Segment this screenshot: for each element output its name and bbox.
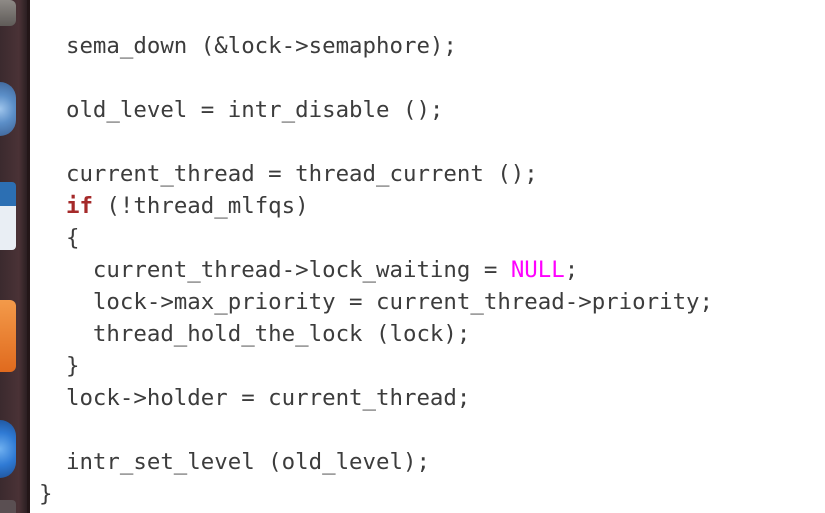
keyword-if: if <box>65 193 93 219</box>
app-icon[interactable] <box>0 500 16 513</box>
software-center-icon[interactable] <box>0 300 16 372</box>
code-line: lock->holder = current_thread; <box>39 385 471 411</box>
code-block: sema_down (&lock->semaphore); old_level … <box>39 30 713 510</box>
launcher <box>0 0 30 513</box>
code-line-closing-brace: } <box>39 481 53 507</box>
browser-icon[interactable] <box>0 82 16 136</box>
code-line: lock->max_priority = current_thread->pri… <box>39 289 714 315</box>
code-line: thread_hold_the_lock (lock); <box>39 321 471 347</box>
code-fragment: current_thread->lock_waiting = <box>39 257 511 283</box>
help-icon[interactable] <box>0 420 16 478</box>
code-line: intr_set_level (old_level); <box>39 449 430 475</box>
constant-null: NULL <box>510 257 565 283</box>
code-line: sema_down (&lock->semaphore); <box>39 33 457 59</box>
code-fragment: ; <box>564 257 579 283</box>
screen: sema_down (&lock->semaphore); old_level … <box>0 0 825 513</box>
code-line: { <box>39 225 80 251</box>
code-line-if: if (!thread_mlfqs) <box>39 190 713 222</box>
code-fragment: (!thread_mlfqs) <box>92 193 309 219</box>
code-line: } <box>39 353 80 379</box>
app-icon[interactable] <box>0 0 16 26</box>
code-line: old_level = intr_disable (); <box>39 97 444 123</box>
code-editor[interactable]: sema_down (&lock->semaphore); old_level … <box>33 0 825 513</box>
document-icon[interactable] <box>0 182 16 250</box>
code-line: current_thread = thread_current (); <box>39 161 538 187</box>
code-line-null: current_thread->lock_waiting = NULL; <box>39 254 713 286</box>
